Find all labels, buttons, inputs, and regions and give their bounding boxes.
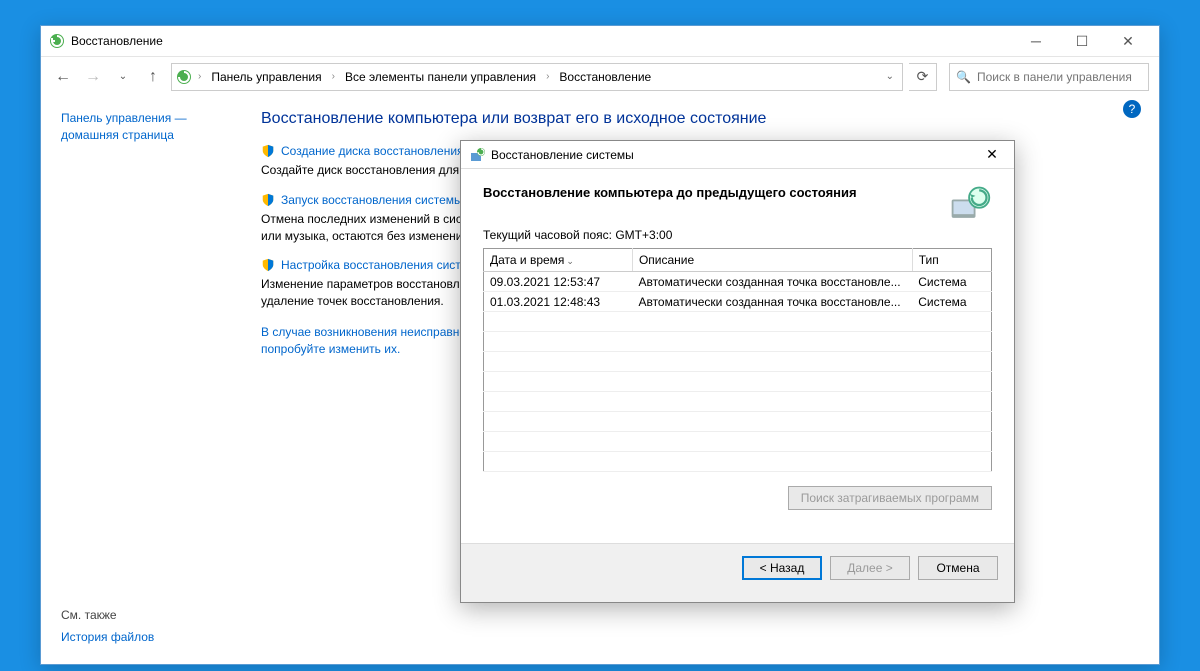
see-also: См. также История файлов: [61, 608, 154, 644]
sidebar-line2: домашняя страница: [61, 128, 174, 142]
chevron-right-icon: ›: [330, 71, 337, 82]
shield-icon: [261, 193, 275, 207]
col-header-date[interactable]: Дата и время⌄: [484, 249, 633, 272]
titlebar: Восстановление ─ ☐ ✕: [41, 26, 1159, 56]
action-link[interactable]: Создание диска восстановления: [281, 144, 464, 158]
file-history-link[interactable]: История файлов: [61, 630, 154, 644]
help-icon[interactable]: ?: [1123, 100, 1141, 118]
window-title: Восстановление: [71, 34, 1013, 48]
table-row-empty: [484, 372, 992, 392]
up-button[interactable]: ↑: [141, 65, 165, 89]
recovery-icon: [49, 33, 65, 49]
table-row-empty: [484, 392, 992, 412]
breadcrumb-item[interactable]: Панель управления: [207, 68, 325, 86]
page-title: Восстановление компьютера или возврат ег…: [261, 110, 1139, 128]
table-row-empty: [484, 432, 992, 452]
table-row-empty: [484, 332, 992, 352]
restore-graphic-icon: [948, 183, 992, 227]
recent-dropdown[interactable]: ⌄: [111, 65, 135, 89]
back-button[interactable]: ←: [51, 65, 75, 89]
chevron-right-icon: ›: [196, 71, 203, 82]
dialog-footer: < Назад Далее > Отмена: [461, 543, 1014, 591]
table-row-empty: [484, 452, 992, 472]
search-icon: 🔍: [956, 70, 971, 84]
cell-desc: Автоматически созданная точка восстановл…: [632, 272, 912, 292]
cancel-button[interactable]: Отмена: [918, 556, 998, 580]
dialog-titlebar: Восстановление системы ✕: [461, 141, 1014, 169]
search-input[interactable]: [977, 70, 1142, 84]
cell-type: Система: [912, 292, 991, 312]
chevron-right-icon: ›: [544, 71, 551, 82]
table-row[interactable]: 09.03.2021 12:53:47 Автоматически создан…: [484, 272, 992, 292]
cell-date: 01.03.2021 12:48:43: [484, 292, 633, 312]
system-restore-dialog: Восстановление системы ✕ Восстановление …: [460, 140, 1015, 603]
breadcrumb-item[interactable]: Все элементы панели управления: [341, 68, 540, 86]
forward-button[interactable]: →: [81, 65, 105, 89]
dialog-title: Восстановление системы: [491, 148, 978, 162]
dialog-heading: Восстановление компьютера до предыдущего…: [483, 185, 992, 200]
control-panel-home-link[interactable]: Панель управления — домашняя страница: [61, 110, 241, 144]
table-row-empty: [484, 412, 992, 432]
sort-desc-icon: ⌄: [566, 256, 574, 266]
col-header-type[interactable]: Тип: [912, 249, 991, 272]
restore-points-table[interactable]: Дата и время⌄ Описание Тип 09.03.2021 12…: [483, 248, 992, 472]
dialog-close-button[interactable]: ✕: [978, 143, 1006, 167]
breadcrumb[interactable]: › Панель управления › Все элементы панел…: [171, 63, 903, 91]
next-button[interactable]: Далее >: [830, 556, 910, 580]
breadcrumb-item[interactable]: Восстановление: [555, 68, 655, 86]
sidebar-line1: Панель управления —: [61, 111, 187, 125]
refresh-button[interactable]: ⟳: [909, 63, 937, 91]
close-button[interactable]: ✕: [1105, 26, 1151, 56]
timezone-label: Текущий часовой пояс: GMT+3:00: [483, 228, 992, 242]
shield-icon: [261, 144, 275, 158]
col-header-desc[interactable]: Описание: [632, 249, 912, 272]
action-link[interactable]: Запуск восстановления системы: [281, 193, 463, 207]
see-also-heading: См. также: [61, 608, 154, 622]
cell-desc: Автоматически созданная точка восстановл…: [632, 292, 912, 312]
cell-date: 09.03.2021 12:53:47: [484, 272, 633, 292]
breadcrumb-dropdown[interactable]: ⌄: [882, 71, 898, 82]
table-row-empty: [484, 352, 992, 372]
action-link[interactable]: Настройка восстановления системы: [281, 258, 484, 272]
back-button[interactable]: < Назад: [742, 556, 822, 580]
nav-bar: ← → ⌄ ↑ › Панель управления › Все элемен…: [41, 56, 1159, 96]
recovery-icon: [176, 69, 192, 85]
table-row[interactable]: 01.03.2021 12:48:43 Автоматически создан…: [484, 292, 992, 312]
shield-icon: [261, 258, 275, 272]
maximize-button[interactable]: ☐: [1059, 26, 1105, 56]
cell-type: Система: [912, 272, 991, 292]
table-row-empty: [484, 312, 992, 332]
restore-icon: [469, 147, 485, 163]
scan-programs-button[interactable]: Поиск затрагиваемых программ: [788, 486, 992, 510]
minimize-button[interactable]: ─: [1013, 26, 1059, 56]
search-box[interactable]: 🔍: [949, 63, 1149, 91]
sidebar: Панель управления — домашняя страница: [61, 110, 241, 358]
